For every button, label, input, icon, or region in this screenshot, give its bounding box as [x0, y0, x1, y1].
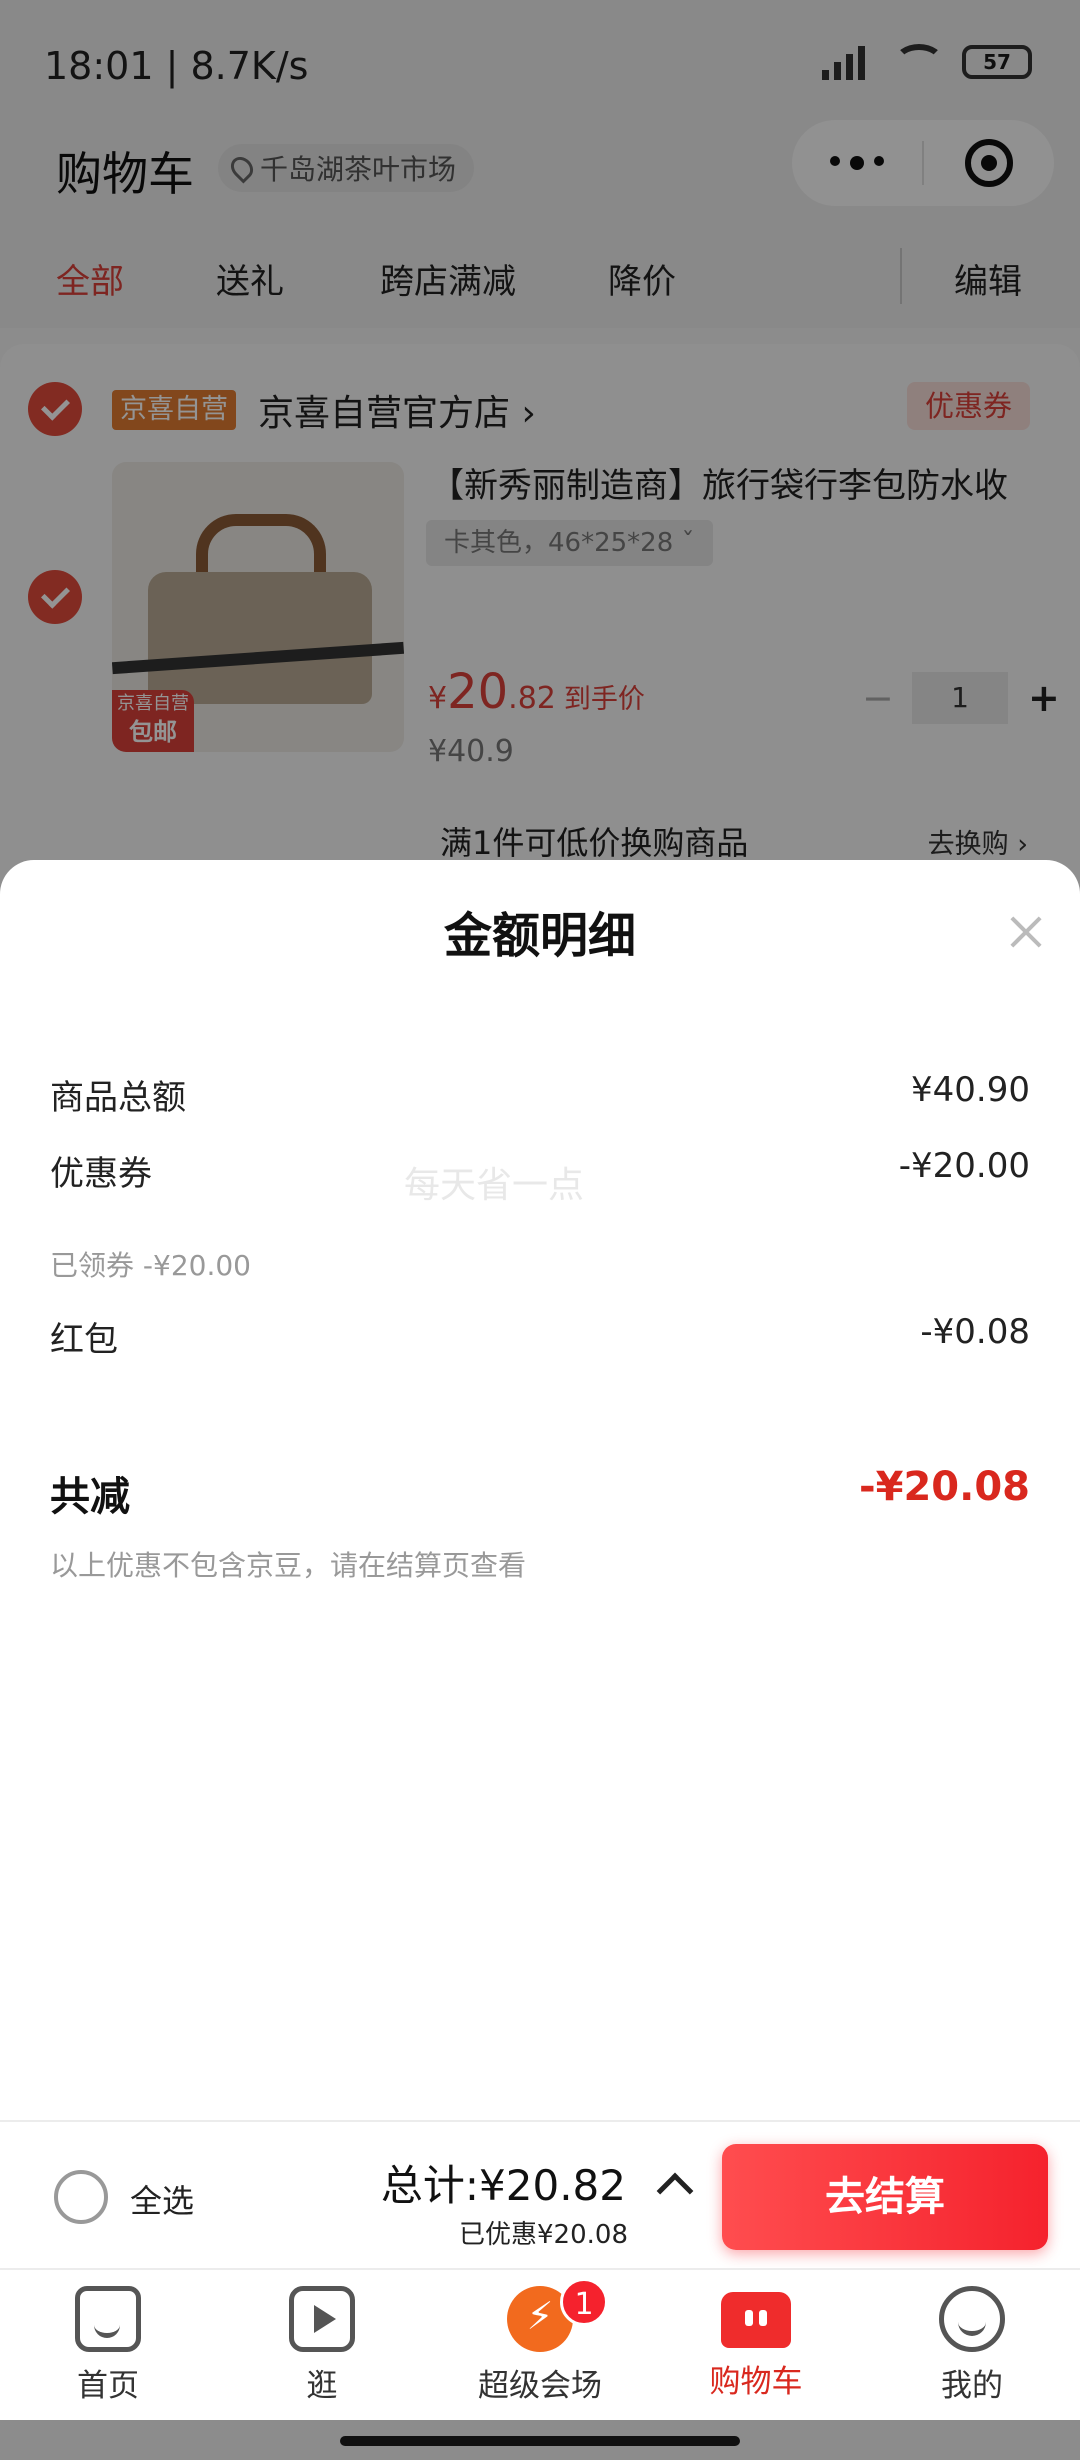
row-coupon-value: -¥20.00: [898, 1146, 1030, 1186]
nav-me-label: 我的: [941, 2368, 1003, 2404]
checkout-button[interactable]: 去结算: [722, 2144, 1048, 2250]
nav-home[interactable]: 首页: [8, 2286, 208, 2405]
smile-icon: [939, 2286, 1005, 2352]
row-coupon-label: 优惠券: [50, 1154, 152, 1194]
nav-venue-label: 超级会场: [478, 2368, 602, 2404]
nav-home-label: 首页: [77, 2368, 139, 2404]
row-coupon-sub: 已领券 -¥20.00: [50, 1249, 251, 1282]
home-indicator[interactable]: [340, 2436, 740, 2446]
nav-cart-label: 购物车: [709, 2364, 803, 2400]
row-subtotal-value: ¥40.90: [911, 1070, 1030, 1110]
checkout-bar: 全选 总计:¥20.82 已优惠¥20.08 去结算: [0, 2120, 1080, 2270]
nav-me[interactable]: 我的: [872, 2286, 1072, 2405]
saved-amount: 已优惠¥20.08: [459, 2220, 628, 2250]
amount-detail-sheet: 金额明细 每天省一点 商品总额 ¥40.90 优惠券 -¥20.00 已领券 -…: [0, 860, 1080, 2265]
row-subtotal-label: 商品总额: [50, 1078, 186, 1118]
cart-icon: [721, 2292, 791, 2348]
select-all-label[interactable]: 全选: [130, 2176, 194, 2222]
row-redpacket-value: -¥0.08: [920, 1312, 1030, 1352]
nav-venue[interactable]: 超级会场: [440, 2286, 640, 2405]
discount-note: 以上优惠不包含京豆，请在结算页查看: [50, 1549, 527, 1582]
nav-cart[interactable]: 购物车: [656, 2286, 856, 2401]
sheet-title: 金额明细: [443, 908, 636, 964]
nav-browse-label: 逛: [306, 2368, 338, 2404]
bottom-nav: 首页 逛 超级会场 1 购物车 我的: [0, 2268, 1080, 2420]
home-icon: [75, 2286, 141, 2352]
total-discount-value: -¥20.08: [859, 1464, 1030, 1510]
select-all-radio[interactable]: [54, 2170, 108, 2224]
row-redpacket-label: 红包: [50, 1320, 118, 1360]
watermark: 每天省一点: [404, 1165, 585, 1206]
nav-venue-badge: 1: [560, 2278, 608, 2326]
nav-browse[interactable]: 逛: [222, 2286, 422, 2405]
total-amount: 总计:¥20.82: [380, 2161, 626, 2210]
play-icon: [289, 2286, 355, 2352]
total-discount-label: 共减: [50, 1474, 130, 1520]
chevron-up-icon[interactable]: [656, 2172, 694, 2210]
close-icon[interactable]: [1002, 908, 1050, 956]
